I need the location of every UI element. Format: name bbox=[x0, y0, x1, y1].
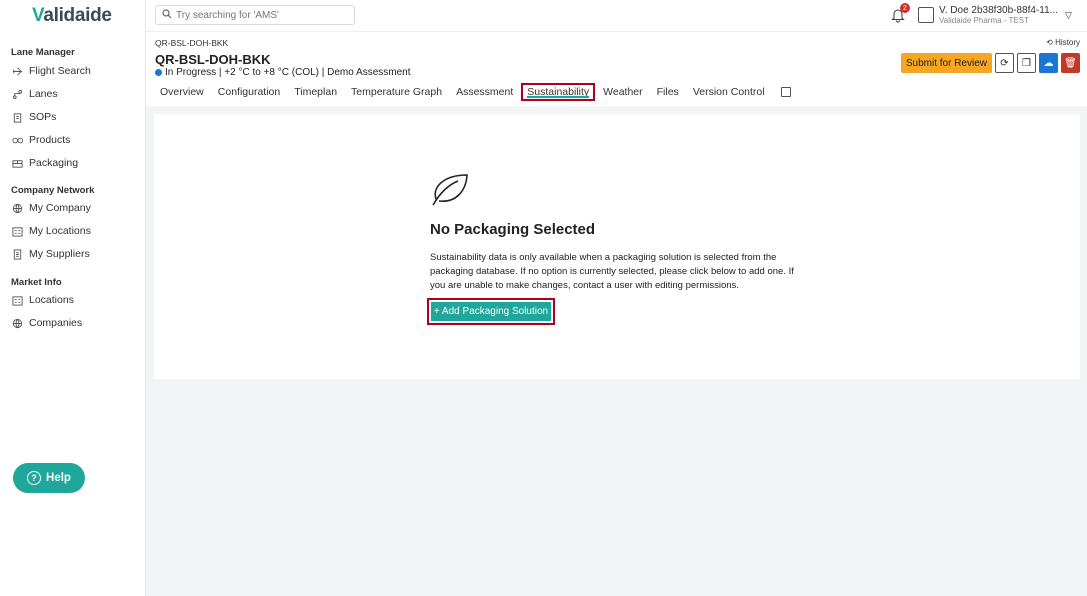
history-icon: ⟲ bbox=[1046, 38, 1053, 47]
plane-icon bbox=[11, 65, 23, 77]
section-lane-manager: Lane Manager bbox=[11, 47, 75, 58]
section-market-info: Market Info bbox=[11, 277, 62, 288]
route-icon bbox=[11, 88, 23, 100]
search-box[interactable] bbox=[155, 5, 355, 25]
sidebar-item-products[interactable]: Products bbox=[11, 134, 70, 146]
sustainability-panel: No Packaging Selected Sustainability dat… bbox=[154, 114, 1080, 379]
sidebar-item-flight-search[interactable]: Flight Search bbox=[11, 65, 91, 77]
trash-icon: 🗑 bbox=[1064, 57, 1077, 69]
tab-temperature-graph[interactable]: Temperature Graph bbox=[351, 86, 442, 98]
cloud-upload-button[interactable]: ☁ bbox=[1039, 53, 1058, 73]
sidebar: Validaide Lane Manager Flight Search Lan… bbox=[0, 0, 146, 596]
lane-status: In Progress | +2 °C to +8 °C (COL) | Dem… bbox=[155, 67, 411, 78]
leaf-icon bbox=[432, 174, 468, 206]
globe-icon bbox=[11, 317, 23, 329]
history-link[interactable]: ⟲ History bbox=[1046, 38, 1080, 47]
help-button[interactable]: ? Help bbox=[13, 463, 85, 493]
sidebar-item-label: My Locations bbox=[29, 225, 91, 237]
pills-icon bbox=[11, 134, 23, 146]
status-dot-icon bbox=[155, 69, 162, 76]
sidebar-item-label: SOPs bbox=[29, 111, 57, 123]
sidebar-item-lanes[interactable]: Lanes bbox=[11, 88, 58, 100]
page-title: QR-BSL-DOH-BKK bbox=[155, 52, 271, 67]
section-company-network: Company Network bbox=[11, 185, 95, 196]
notifications-button[interactable]: 2 bbox=[891, 3, 910, 23]
tab-sustainability[interactable]: Sustainability bbox=[521, 83, 596, 101]
sidebar-item-label: Flight Search bbox=[29, 65, 91, 77]
copy-button[interactable]: ❐ bbox=[1017, 53, 1036, 73]
sidebar-item-my-locations[interactable]: My Locations bbox=[11, 225, 91, 237]
user-name: V. Doe 2b38f30b-88f4-11... bbox=[939, 5, 1058, 16]
add-packaging-solution-button[interactable]: + Add Packaging Solution bbox=[427, 298, 555, 325]
sidebar-item-label: Locations bbox=[29, 294, 74, 306]
refresh-button[interactable]: ⟳ bbox=[995, 53, 1014, 73]
empty-state-text: Sustainability data is only available wh… bbox=[430, 252, 794, 291]
chevron-down-icon: ▽ bbox=[1064, 10, 1072, 20]
sidebar-item-locations[interactable]: Locations bbox=[11, 294, 74, 306]
box-icon bbox=[11, 157, 23, 169]
user-menu[interactable]: V. Doe 2b38f30b-88f4-11... Validaide Pha… bbox=[918, 5, 1072, 25]
copy-icon: ❐ bbox=[1022, 57, 1031, 69]
sidebar-item-packaging[interactable]: Packaging bbox=[11, 157, 78, 169]
globe-icon bbox=[11, 202, 23, 214]
sidebar-item-sops[interactable]: SOPs bbox=[11, 111, 56, 123]
empty-state-title: No Packaging Selected bbox=[430, 221, 596, 238]
sidebar-item-label: Packaging bbox=[29, 157, 79, 169]
lane-header: QR-BSL-DOH-BKK QR-BSL-DOH-BKK In Progres… bbox=[146, 32, 1087, 106]
sidebar-item-label: My Suppliers bbox=[29, 248, 90, 260]
submit-for-review-button[interactable]: Submit for Review bbox=[900, 53, 992, 73]
question-icon: ? bbox=[27, 471, 42, 485]
building-list-icon bbox=[11, 248, 23, 260]
tab-assessment[interactable]: Assessment bbox=[456, 86, 513, 98]
tab-overview[interactable]: Overview bbox=[160, 86, 204, 98]
header-actions: Submit for Review ⟳ ❐ ☁ 🗑 bbox=[900, 53, 1080, 73]
user-avatar-icon bbox=[918, 7, 934, 23]
search-input[interactable] bbox=[176, 9, 346, 21]
sidebar-item-companies[interactable]: Companies bbox=[11, 317, 82, 329]
refresh-icon: ⟳ bbox=[1000, 57, 1009, 69]
validaide-logo[interactable]: Validaide bbox=[32, 5, 112, 27]
table-icon[interactable] bbox=[780, 87, 791, 97]
user-org: Validaide Pharma - TEST bbox=[939, 16, 1029, 25]
breadcrumb[interactable]: QR-BSL-DOH-BKK bbox=[155, 38, 228, 48]
building-icon bbox=[11, 225, 23, 237]
search-icon bbox=[162, 6, 172, 24]
notification-badge: 2 bbox=[900, 3, 910, 13]
building-icon bbox=[11, 294, 23, 306]
sidebar-item-my-company[interactable]: My Company bbox=[11, 202, 91, 214]
cloud-icon: ☁ bbox=[1043, 57, 1054, 69]
tab-bar: Overview Configuration Timeplan Temperat… bbox=[160, 82, 791, 102]
sidebar-item-my-suppliers[interactable]: My Suppliers bbox=[11, 248, 90, 260]
sidebar-item-label: Products bbox=[29, 134, 71, 146]
tab-version-control[interactable]: Version Control bbox=[693, 86, 765, 98]
tab-files[interactable]: Files bbox=[657, 86, 679, 98]
delete-button[interactable]: 🗑 bbox=[1061, 53, 1080, 73]
topbar: 2 V. Doe 2b38f30b-88f4-11... Validaide P… bbox=[146, 0, 1087, 32]
tab-timeplan[interactable]: Timeplan bbox=[294, 86, 337, 98]
sidebar-item-label: Lanes bbox=[29, 88, 58, 100]
clipboard-icon bbox=[11, 111, 23, 123]
sidebar-item-label: My Company bbox=[29, 202, 91, 214]
tab-weather[interactable]: Weather bbox=[603, 86, 643, 98]
tab-configuration[interactable]: Configuration bbox=[218, 86, 280, 98]
sidebar-item-label: Companies bbox=[29, 317, 83, 329]
